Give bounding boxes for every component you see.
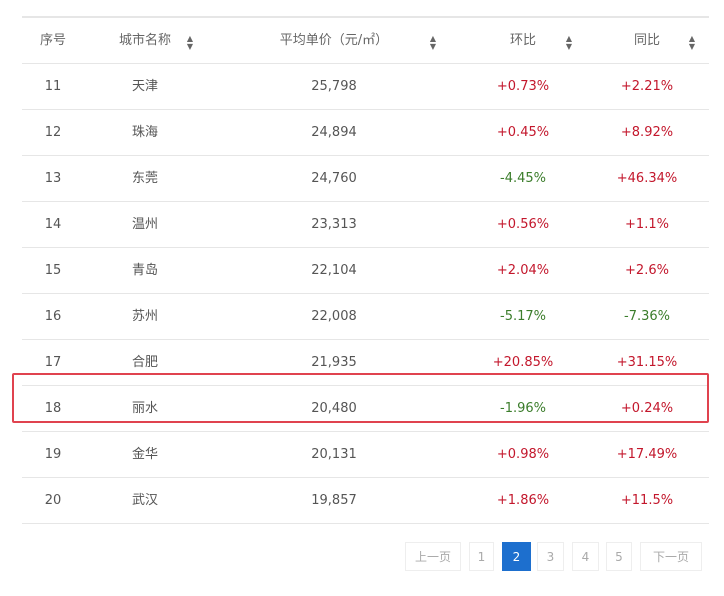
cell-price: 24,760: [311, 171, 357, 186]
cell-mom: +2.04%: [496, 263, 550, 278]
cell-city: 东莞: [131, 171, 159, 186]
cell-index: 15: [44, 263, 62, 278]
cell-city: 珠海: [131, 125, 159, 140]
cell-mom: -4.45%: [500, 171, 546, 186]
sort-yoy-icon[interactable]: ▲ ▼: [689, 35, 695, 51]
cell-price: 22,008: [311, 309, 357, 324]
header-price[interactable]: 平均单价（元/㎡）: [280, 18, 388, 63]
cell-yoy: +8.92%: [620, 125, 674, 140]
cell-price: 20,131: [311, 447, 357, 462]
cell-yoy: +46.34%: [616, 171, 678, 186]
cell-index: 12: [44, 125, 62, 140]
cell-index: 14: [44, 217, 62, 232]
table-row: 19 金华 20,131 +0.98% +17.49%: [22, 432, 709, 478]
cell-yoy: +2.21%: [620, 79, 674, 94]
cell-city: 金华: [131, 447, 159, 462]
cell-index: 11: [44, 79, 62, 94]
ranking-table: 序号 城市名称 ▲ ▼ 平均单价（元/㎡） ▲ ▼ 环比 ▲ ▼ 同比 ▲ ▼ 11 天…: [22, 16, 709, 524]
page-button-2[interactable]: 2: [502, 542, 531, 571]
cell-price: 22,104: [311, 263, 357, 278]
cell-price: 19,857: [311, 493, 357, 508]
cell-mom: +0.56%: [496, 217, 550, 232]
cell-mom: +0.73%: [496, 79, 550, 94]
cell-mom: +0.98%: [496, 447, 550, 462]
cell-city: 天津: [131, 79, 159, 94]
sort-city-icon[interactable]: ▲ ▼: [187, 35, 193, 51]
cell-mom: -5.17%: [500, 309, 546, 324]
cell-mom: +1.86%: [496, 493, 550, 508]
cell-city: 温州: [131, 217, 159, 232]
cell-yoy: +1.1%: [625, 217, 669, 232]
sort-price-icon[interactable]: ▲ ▼: [430, 35, 436, 51]
header-city[interactable]: 城市名称: [119, 18, 171, 63]
table-row: 15 青岛 22,104 +2.04% +2.6%: [22, 248, 709, 294]
table-row: 16 苏州 22,008 -5.17% -7.36%: [22, 294, 709, 340]
page-button-1[interactable]: 1: [469, 542, 494, 571]
cell-city: 武汉: [131, 493, 159, 508]
cell-yoy: +11.5%: [620, 493, 674, 508]
table-row: 11 天津 25,798 +0.73% +2.21%: [22, 64, 709, 110]
table-row: 14 温州 23,313 +0.56% +1.1%: [22, 202, 709, 248]
table-row: 12 珠海 24,894 +0.45% +8.92%: [22, 110, 709, 156]
cell-price: 24,894: [311, 125, 357, 140]
cell-price: 23,313: [311, 217, 357, 232]
sort-mom-icon[interactable]: ▲ ▼: [566, 35, 572, 51]
prev-page-button[interactable]: 上一页: [405, 542, 461, 571]
cell-city: 青岛: [131, 263, 159, 278]
cell-index: 20: [44, 493, 62, 508]
table-row: 20 武汉 19,857 +1.86% +11.5%: [22, 478, 709, 524]
cell-index: 13: [44, 171, 62, 186]
header-index: 序号: [39, 33, 67, 48]
cell-index: 19: [44, 447, 62, 462]
page-button-3[interactable]: 3: [537, 542, 564, 571]
next-page-button[interactable]: 下一页: [640, 542, 702, 571]
cell-yoy: -7.36%: [624, 309, 670, 324]
cell-mom: +0.45%: [496, 125, 550, 140]
highlight-box: [12, 373, 709, 423]
table-row: 13 东莞 24,760 -4.45% +46.34%: [22, 156, 709, 202]
page-button-4[interactable]: 4: [572, 542, 599, 571]
page-button-5[interactable]: 5: [606, 542, 632, 571]
cell-city: 苏州: [131, 309, 159, 324]
cell-yoy: +17.49%: [616, 447, 678, 462]
table-header: 序号 城市名称 ▲ ▼ 平均单价（元/㎡） ▲ ▼ 环比 ▲ ▼ 同比 ▲ ▼: [22, 18, 709, 64]
cell-index: 16: [44, 309, 62, 324]
cell-price: 25,798: [311, 79, 357, 94]
header-yoy[interactable]: 同比: [634, 18, 660, 63]
header-mom[interactable]: 环比: [510, 18, 536, 63]
cell-yoy: +2.6%: [625, 263, 669, 278]
